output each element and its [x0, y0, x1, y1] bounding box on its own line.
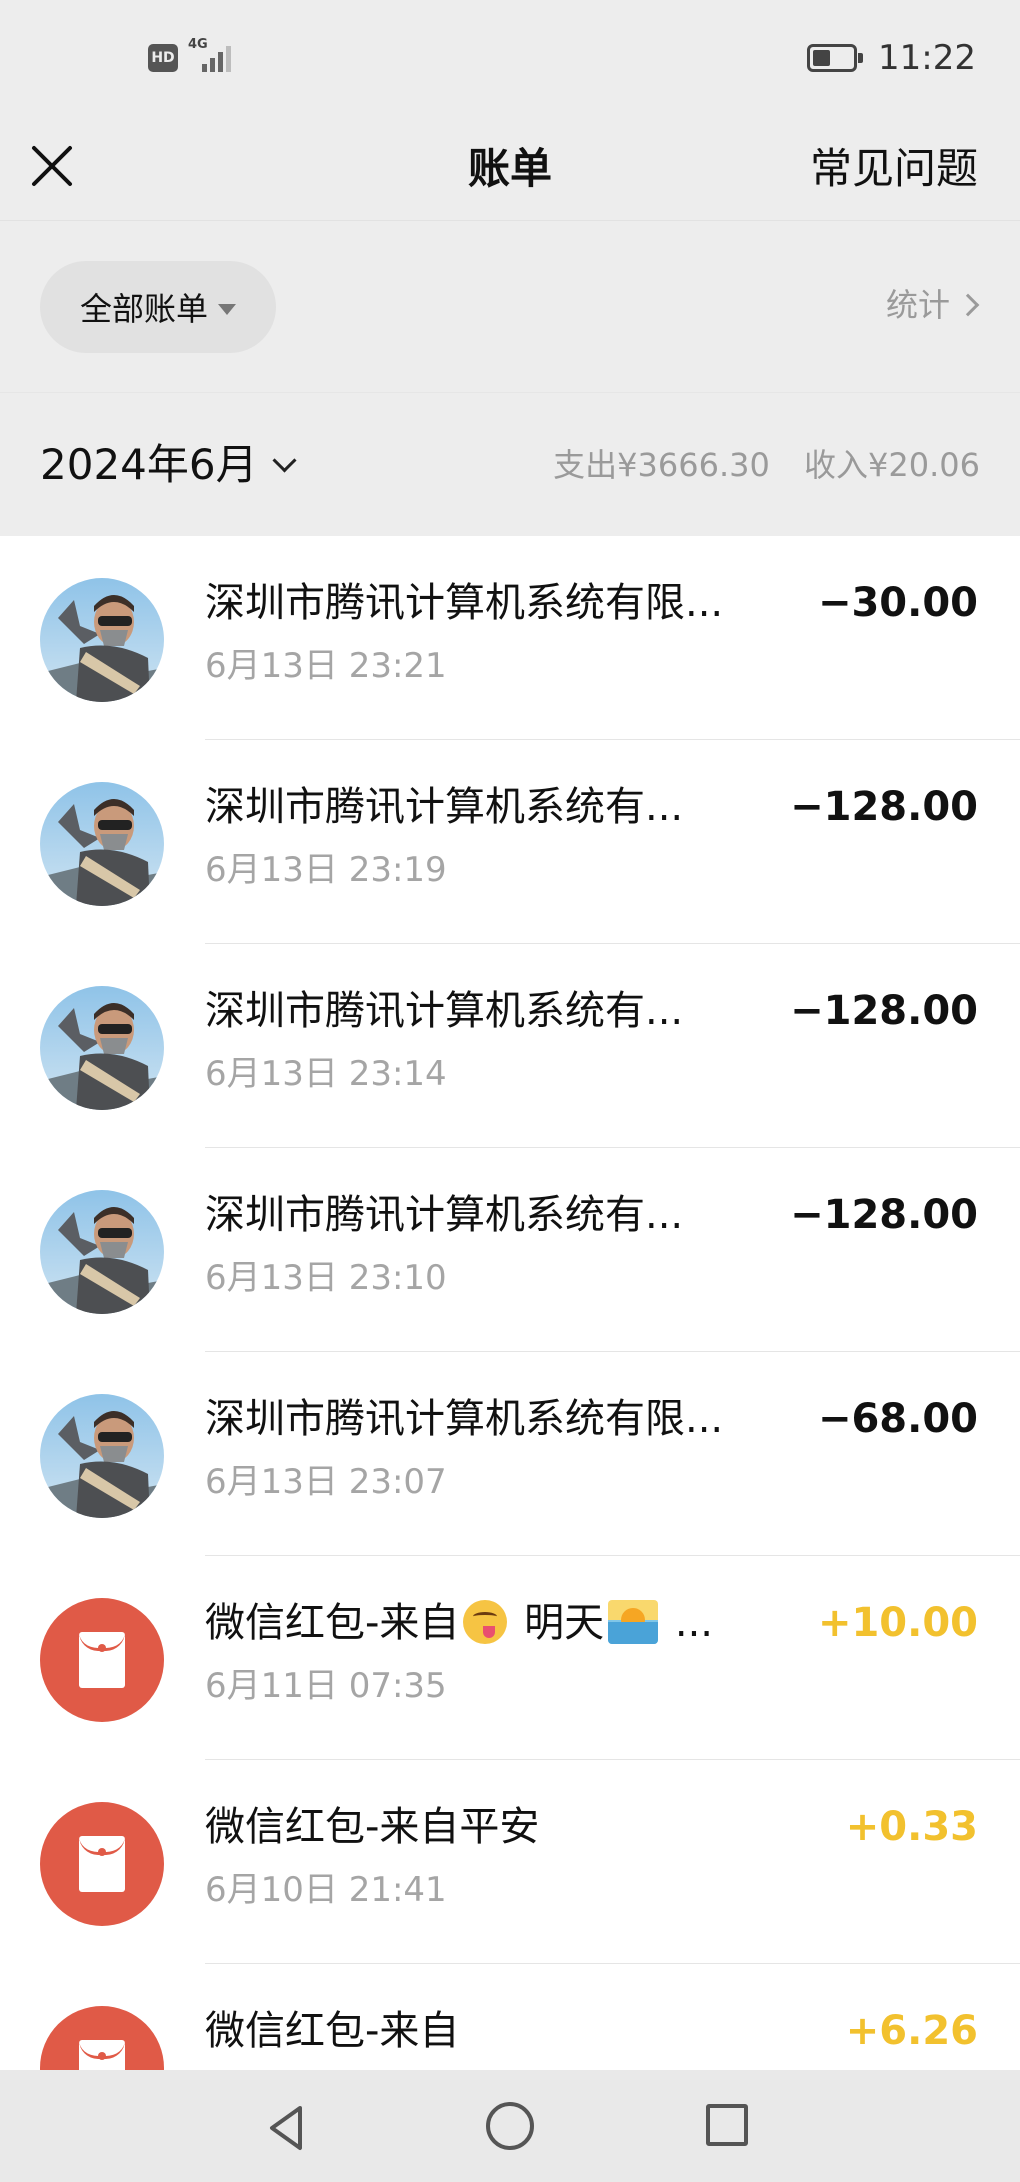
statistics-label: 统计: [885, 286, 950, 324]
battery-level: [813, 50, 830, 66]
envelope-shape: [79, 2040, 125, 2070]
bill-time: 6月13日 23:14: [205, 1054, 447, 1094]
red-packet-icon: [40, 1802, 164, 1926]
merchant-avatar: [40, 986, 164, 1110]
bill-row[interactable]: 深圳市腾讯计算机系统有... 6月13日 23:10 −128.00: [0, 1148, 1020, 1352]
bill-time: 6月13日 23:19: [205, 850, 447, 890]
bill-title-part: 明天: [511, 1600, 605, 1646]
bill-row[interactable]: 深圳市腾讯计算机系统有... 6月13日 23:14 −128.00: [0, 944, 1020, 1148]
filter-bar: 全部账单 统计: [0, 220, 1020, 392]
bill-row[interactable]: 微信红包-来自平安 6月10日 21:41 +0.33: [0, 1760, 1020, 1964]
caret-down-icon: [218, 303, 236, 315]
bill-title: 深圳市腾讯计算机系统有限...: [205, 1396, 724, 1442]
status-bar: HD 4G 11:22: [0, 0, 1020, 118]
statistics-link[interactable]: 统计: [885, 285, 980, 325]
bill-row[interactable]: 深圳市腾讯计算机系统有... 6月13日 23:19 −128.00: [0, 740, 1020, 944]
bill-row[interactable]: 深圳市腾讯计算机系统有限... 6月13日 23:21 −30.00: [0, 536, 1020, 740]
bill-amount: −128.00: [790, 784, 978, 830]
bill-filter-dropdown[interactable]: 全部账单: [40, 261, 276, 353]
bill-title: 深圳市腾讯计算机系统有...: [205, 1192, 684, 1238]
status-clock: 11:22: [878, 38, 976, 78]
bill-amount: +0.33: [845, 1804, 978, 1850]
merchant-avatar: [40, 782, 164, 906]
chevron-right-icon: [956, 293, 980, 317]
title-bar: 账单 常见问题: [0, 118, 1020, 220]
bill-title: 深圳市腾讯计算机系统有...: [205, 988, 684, 1034]
bill-time: 6月13日 23:07: [205, 1462, 447, 1502]
month-label: 2024年6月: [40, 440, 258, 489]
bill-amount: −68.00: [817, 1396, 978, 1442]
envelope-shape: [79, 1836, 125, 1892]
month-expense-total: 支出¥3666.30: [553, 446, 770, 484]
month-income-total: 收入¥20.06: [804, 446, 980, 484]
recents-square-icon[interactable]: [706, 2104, 748, 2146]
bill-amount: −30.00: [817, 580, 978, 626]
bill-time: 6月11日 07:35: [205, 1666, 447, 1706]
yum-face-emoji-icon: [463, 1600, 508, 1644]
bill-title: 微信红包-来自平安: [205, 1804, 540, 1850]
bill-row[interactable]: 深圳市腾讯计算机系统有限... 6月13日 23:07 −68.00: [0, 1352, 1020, 1556]
bill-title-part: ...: [662, 1600, 714, 1646]
battery-icon: [807, 44, 863, 72]
hd-voice-icon: HD: [148, 44, 178, 72]
bill-amount: +6.26: [845, 2008, 978, 2054]
signal-strength-icon: [198, 42, 242, 72]
month-selector[interactable]: 2024年6月: [40, 437, 297, 493]
red-packet-icon: [40, 2006, 164, 2070]
bill-time: 6月13日 23:21: [205, 646, 447, 686]
month-header: 2024年6月 支出¥3666.30 收入¥20.06: [0, 392, 1020, 536]
merchant-avatar: [40, 578, 164, 702]
month-totals: 支出¥3666.30 收入¥20.06: [553, 445, 980, 485]
bill-title: 微信红包-来自 明天 ...: [205, 1596, 785, 1650]
home-circle-icon[interactable]: [486, 2102, 534, 2150]
bill-time: 6月13日 23:10: [205, 1258, 447, 1298]
bill-title: 微信红包-来自: [205, 2008, 460, 2054]
envelope-shape: [79, 1632, 125, 1688]
bill-time: 6月10日 21:41: [205, 1870, 447, 1910]
bill-amount: −128.00: [790, 1192, 978, 1238]
sunrise-emoji-icon: [608, 1600, 659, 1644]
bill-title: 深圳市腾讯计算机系统有限...: [205, 580, 724, 626]
faq-link[interactable]: 常见问题: [810, 144, 978, 194]
red-packet-icon: [40, 1598, 164, 1722]
bill-row[interactable]: 微信红包-来自 明天 ... 6月11日 07:35 +10.00: [0, 1556, 1020, 1760]
bill-row[interactable]: 微信红包-来自 +6.26: [0, 1964, 1020, 2070]
bill-amount: −128.00: [790, 988, 978, 1034]
system-navigation-bar: [0, 2070, 1020, 2182]
bill-title-part: 微信红包-来自: [205, 1600, 460, 1646]
chevron-down-icon: [272, 447, 297, 473]
bill-amount: +10.00: [817, 1600, 978, 1646]
bill-filter-label: 全部账单: [79, 290, 208, 328]
back-triangle-icon[interactable]: [262, 2102, 314, 2154]
bill-list: 深圳市腾讯计算机系统有限... 6月13日 23:21 −30.00 深圳市腾讯计算…: [0, 536, 1020, 2070]
bill-title: 深圳市腾讯计算机系统有...: [205, 784, 684, 830]
merchant-avatar: [40, 1190, 164, 1314]
merchant-avatar: [40, 1394, 164, 1518]
